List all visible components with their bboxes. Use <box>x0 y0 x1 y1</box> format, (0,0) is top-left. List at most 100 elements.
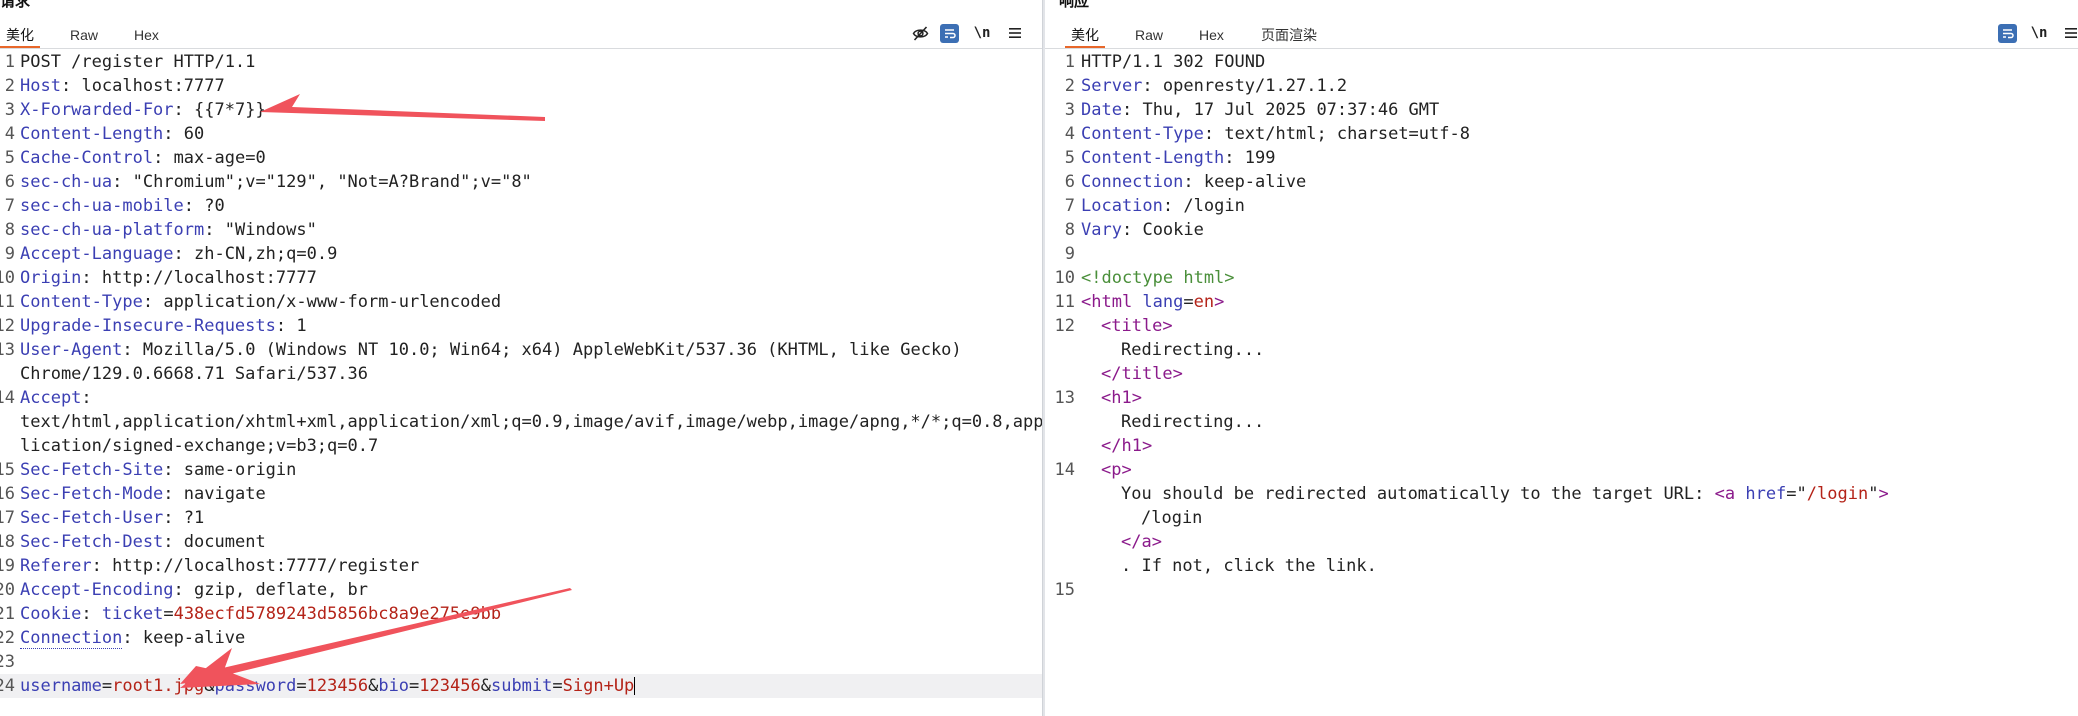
header-name: Cache-Control <box>20 148 154 168</box>
tab-raw[interactable]: Raw <box>1129 22 1169 48</box>
html-token: <!doctype html> <box>1081 268 1235 288</box>
code-line: 24username=root1.jpg&password=123456&bio… <box>0 674 1042 698</box>
line-number: 13 <box>0 340 15 360</box>
header-name: Cookie <box>20 604 82 624</box>
header-value: keep-alive <box>1203 172 1307 192</box>
tab-raw[interactable]: Raw <box>64 22 104 48</box>
code-line: 9 <box>1045 242 2078 266</box>
code-text: Redirecting... <box>1081 410 1264 434</box>
header-name: Referer <box>20 556 92 576</box>
header-name: Accept-Language <box>20 244 174 264</box>
line-number: 13 <box>1054 388 1075 408</box>
header-value: zh-CN,zh;q=0.9 <box>194 244 338 264</box>
request-editor[interactable]: 1 POST /register HTTP/1.1 2 Host: localhost… <box>0 50 1042 716</box>
line-number: 15 <box>0 460 15 480</box>
header-name: Content-Length <box>20 124 164 144</box>
code-line: 13 <h1> <box>1045 386 2078 410</box>
header-name: Sec-Fetch-Site <box>20 460 164 480</box>
code-text: Location: /login <box>1081 196 1245 216</box>
cookie-value: 438ecfd5789243d5856bc8a9e275e9bb <box>173 604 502 624</box>
code-line: </title> <box>1045 362 2078 386</box>
line-number: 1 <box>1064 52 1075 72</box>
code-text: HTTP/1.1 302 FOUND <box>1081 50 1265 74</box>
code-line: 4 Content-Length: 60 <box>0 122 1042 146</box>
code-line: /login <box>1045 506 2078 530</box>
param-key: username <box>20 676 102 696</box>
code-text: You should be redirected automatically t… <box>1081 482 1889 506</box>
code-line: 1 POST /register HTTP/1.1 <box>0 50 1042 74</box>
line-number: 2 <box>4 76 15 96</box>
code-text: <h1> <box>1081 386 1142 410</box>
header-name: sec-ch-ua <box>20 172 113 192</box>
header-value: 60 <box>183 124 205 144</box>
code-line: 16Sec-Fetch-Mode: navigate <box>0 482 1042 506</box>
line-number: 6 <box>1064 172 1075 192</box>
eye-slash-icon[interactable] <box>908 21 932 45</box>
code-line: </a> <box>1045 530 2078 554</box>
header-value: "Chromium";v="129", "Not=A?Brand";v="8" <box>132 172 532 192</box>
code-line: 9 Accept-Language: zh-CN,zh;q=0.9 <box>0 242 1042 266</box>
request-title: 请求 <box>0 0 31 10</box>
code-text: <p> <box>1081 458 1132 482</box>
cookie-name: ticket <box>101 604 164 624</box>
header-name: Accept <box>20 388 82 408</box>
header-value: document <box>183 532 266 552</box>
newline-toggle-icon[interactable]: \n <box>2027 21 2051 45</box>
header-value: Mozilla/5.0 (Windows NT 10.0; Win64; x64… <box>142 340 962 360</box>
code-text: /login <box>1081 506 1202 530</box>
tab-render[interactable]: 页面渲染 <box>1255 22 1323 48</box>
header-value: http://localhost:7777 <box>101 268 317 288</box>
code-line: . If not, click the link. <box>1045 554 2078 578</box>
line-number: 7 <box>4 196 15 216</box>
line-number: 16 <box>0 484 15 504</box>
code-line: 6 Connection: keep-alive <box>1045 170 2078 194</box>
header-value: ?0 <box>204 196 225 216</box>
code-line: 14 <p> <box>1045 458 2078 482</box>
newline-toggle-icon[interactable]: \n <box>970 21 994 45</box>
param-key: bio <box>378 676 410 696</box>
line-number: 14 <box>0 388 15 408</box>
header-name: sec-ch-ua-mobile <box>20 196 184 216</box>
header-name: Sec-Fetch-Dest <box>20 532 164 552</box>
code-text: </a> <box>1081 530 1162 554</box>
html-token: /login <box>1141 508 1203 528</box>
tab-hex[interactable]: Hex <box>128 22 165 48</box>
html-token: /login <box>1806 484 1869 504</box>
code-text: Accept-Language: zh-CN,zh;q=0.9 <box>20 244 338 264</box>
wrap-lines-icon[interactable] <box>937 21 961 45</box>
line-number: 7 <box>1064 196 1075 216</box>
plain-text: lication/signed-exchange;v=b3;q=0.7 <box>20 436 379 456</box>
code-text: Accept: <box>20 388 92 408</box>
code-line: 1 HTTP/1.1 302 FOUND <box>1045 50 2078 74</box>
html-token: = <box>1183 292 1194 312</box>
code-text: lication/signed-exchange;v=b3;q=0.7 <box>20 434 378 458</box>
html-token: lang <box>1142 292 1184 312</box>
code-text: Redirecting... <box>1081 338 1264 362</box>
code-line: 8 Vary: Cookie <box>1045 218 2078 242</box>
code-text: </title> <box>1081 362 1183 386</box>
line-number: 20 <box>0 580 15 600</box>
code-text: Vary: Cookie <box>1081 220 1204 240</box>
param-value: root1.jpg <box>112 676 205 696</box>
line-number: 22 <box>0 628 15 648</box>
code-line: Redirecting... <box>1045 410 2078 434</box>
header-name: Content-Length <box>1081 148 1225 168</box>
header-value: {{7*7}} <box>194 100 266 120</box>
tab-hex[interactable]: Hex <box>1193 22 1230 48</box>
tab-pretty[interactable]: 美化 <box>0 22 40 48</box>
header-name: Date <box>1081 100 1122 120</box>
tab-pretty[interactable]: 美化 <box>1065 22 1105 48</box>
response-editor[interactable]: 1 HTTP/1.1 302 FOUND 2 Server: openresty/1.… <box>1045 50 2078 716</box>
menu-icon[interactable] <box>1003 21 1027 45</box>
request-pane: 请求 美化 Raw Hex \n 1 POST /register HTTP/1.… <box>0 0 1042 716</box>
wrap-lines-icon[interactable] <box>1995 21 2019 45</box>
code-text: Host: localhost:7777 <box>20 76 225 96</box>
line-number: 19 <box>0 556 15 576</box>
menu-icon[interactable] <box>2059 21 2078 45</box>
line-number: 23 <box>0 652 15 672</box>
html-token: . If not, click the link. <box>1121 556 1377 576</box>
line-number: 5 <box>4 148 15 168</box>
code-line: 14Accept: <box>0 386 1042 410</box>
line-number: 9 <box>1064 244 1075 264</box>
line-number: 15 <box>1054 580 1075 600</box>
